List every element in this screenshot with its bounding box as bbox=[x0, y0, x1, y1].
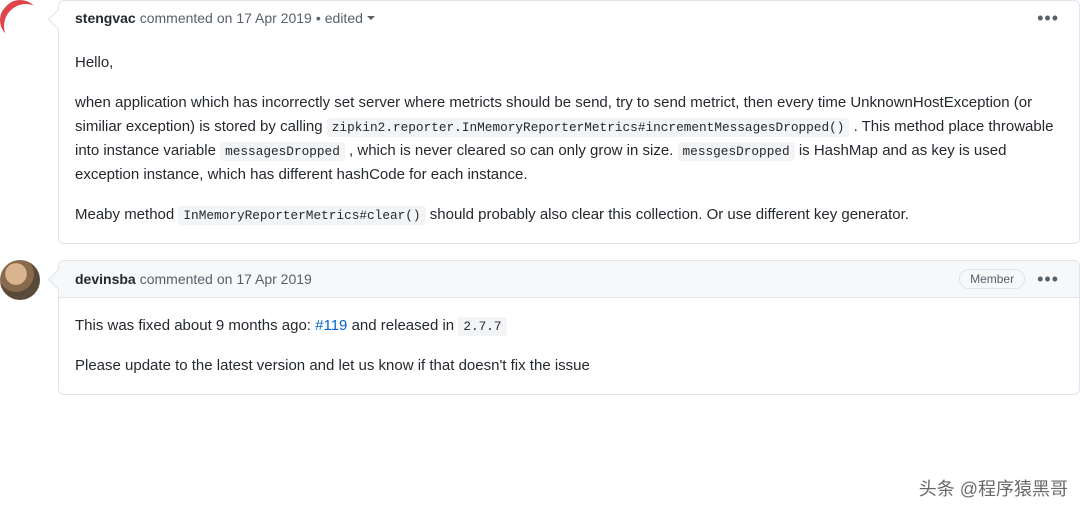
separator-dot: • bbox=[316, 10, 321, 26]
inline-code: messagesDropped bbox=[220, 142, 345, 161]
kebab-menu-icon[interactable]: ••• bbox=[1033, 9, 1063, 27]
text: Meaby method bbox=[75, 206, 178, 223]
comment-date[interactable]: on 17 Apr 2019 bbox=[217, 271, 312, 287]
member-badge: Member bbox=[959, 269, 1025, 289]
paragraph: Meaby method InMemoryReporterMetrics#cle… bbox=[75, 203, 1063, 227]
avatar[interactable] bbox=[0, 260, 40, 300]
issue-link[interactable]: #119 bbox=[315, 317, 347, 334]
avatar-image bbox=[0, 0, 40, 40]
comment-body: This was fixed about 9 months ago: #119 … bbox=[59, 298, 1079, 394]
comment-action: commented bbox=[140, 271, 213, 287]
paragraph: This was fixed about 9 months ago: #119 … bbox=[75, 314, 1063, 338]
comment-header: devinsba commented on 17 Apr 2019 Member… bbox=[59, 261, 1079, 298]
timeline: stengvac commented on 17 Apr 2019 • edit… bbox=[0, 0, 1080, 395]
text: This was fixed about 9 months ago: bbox=[75, 317, 315, 334]
comment-box: devinsba commented on 17 Apr 2019 Member… bbox=[58, 260, 1080, 395]
comment-item: devinsba commented on 17 Apr 2019 Member… bbox=[0, 260, 1080, 395]
text: , which is never cleared so can only gro… bbox=[349, 142, 677, 159]
avatar[interactable] bbox=[0, 0, 40, 40]
text: and released in bbox=[352, 317, 459, 334]
paragraph: when application which has incorrectly s… bbox=[75, 91, 1063, 187]
edited-dropdown[interactable]: edited bbox=[325, 10, 375, 26]
comment-box: stengvac commented on 17 Apr 2019 • edit… bbox=[58, 0, 1080, 244]
inline-code: zipkin2.reporter.InMemoryReporterMetrics… bbox=[327, 118, 850, 137]
paragraph: Please update to the latest version and … bbox=[75, 354, 1063, 378]
comment-body: Hello, when application which has incorr… bbox=[59, 35, 1079, 243]
watermark: 头条 @程序猿黑哥 bbox=[919, 475, 1068, 501]
kebab-menu-icon[interactable]: ••• bbox=[1033, 270, 1063, 288]
comment-action: commented bbox=[140, 10, 213, 26]
chevron-down-icon bbox=[367, 16, 375, 20]
inline-code: InMemoryReporterMetrics#clear() bbox=[178, 206, 425, 225]
author-link[interactable]: devinsba bbox=[75, 271, 136, 287]
comment-item: stengvac commented on 17 Apr 2019 • edit… bbox=[0, 0, 1080, 244]
comment-header: stengvac commented on 17 Apr 2019 • edit… bbox=[59, 1, 1079, 35]
inline-code: messgesDropped bbox=[678, 142, 795, 161]
edited-label: edited bbox=[325, 10, 363, 26]
inline-code: 2.7.7 bbox=[458, 317, 506, 336]
text: should probably also clear this collecti… bbox=[430, 206, 909, 223]
comment-date[interactable]: on 17 Apr 2019 bbox=[217, 10, 312, 26]
avatar-column bbox=[0, 0, 58, 244]
paragraph: Hello, bbox=[75, 51, 1063, 75]
author-link[interactable]: stengvac bbox=[75, 10, 136, 26]
